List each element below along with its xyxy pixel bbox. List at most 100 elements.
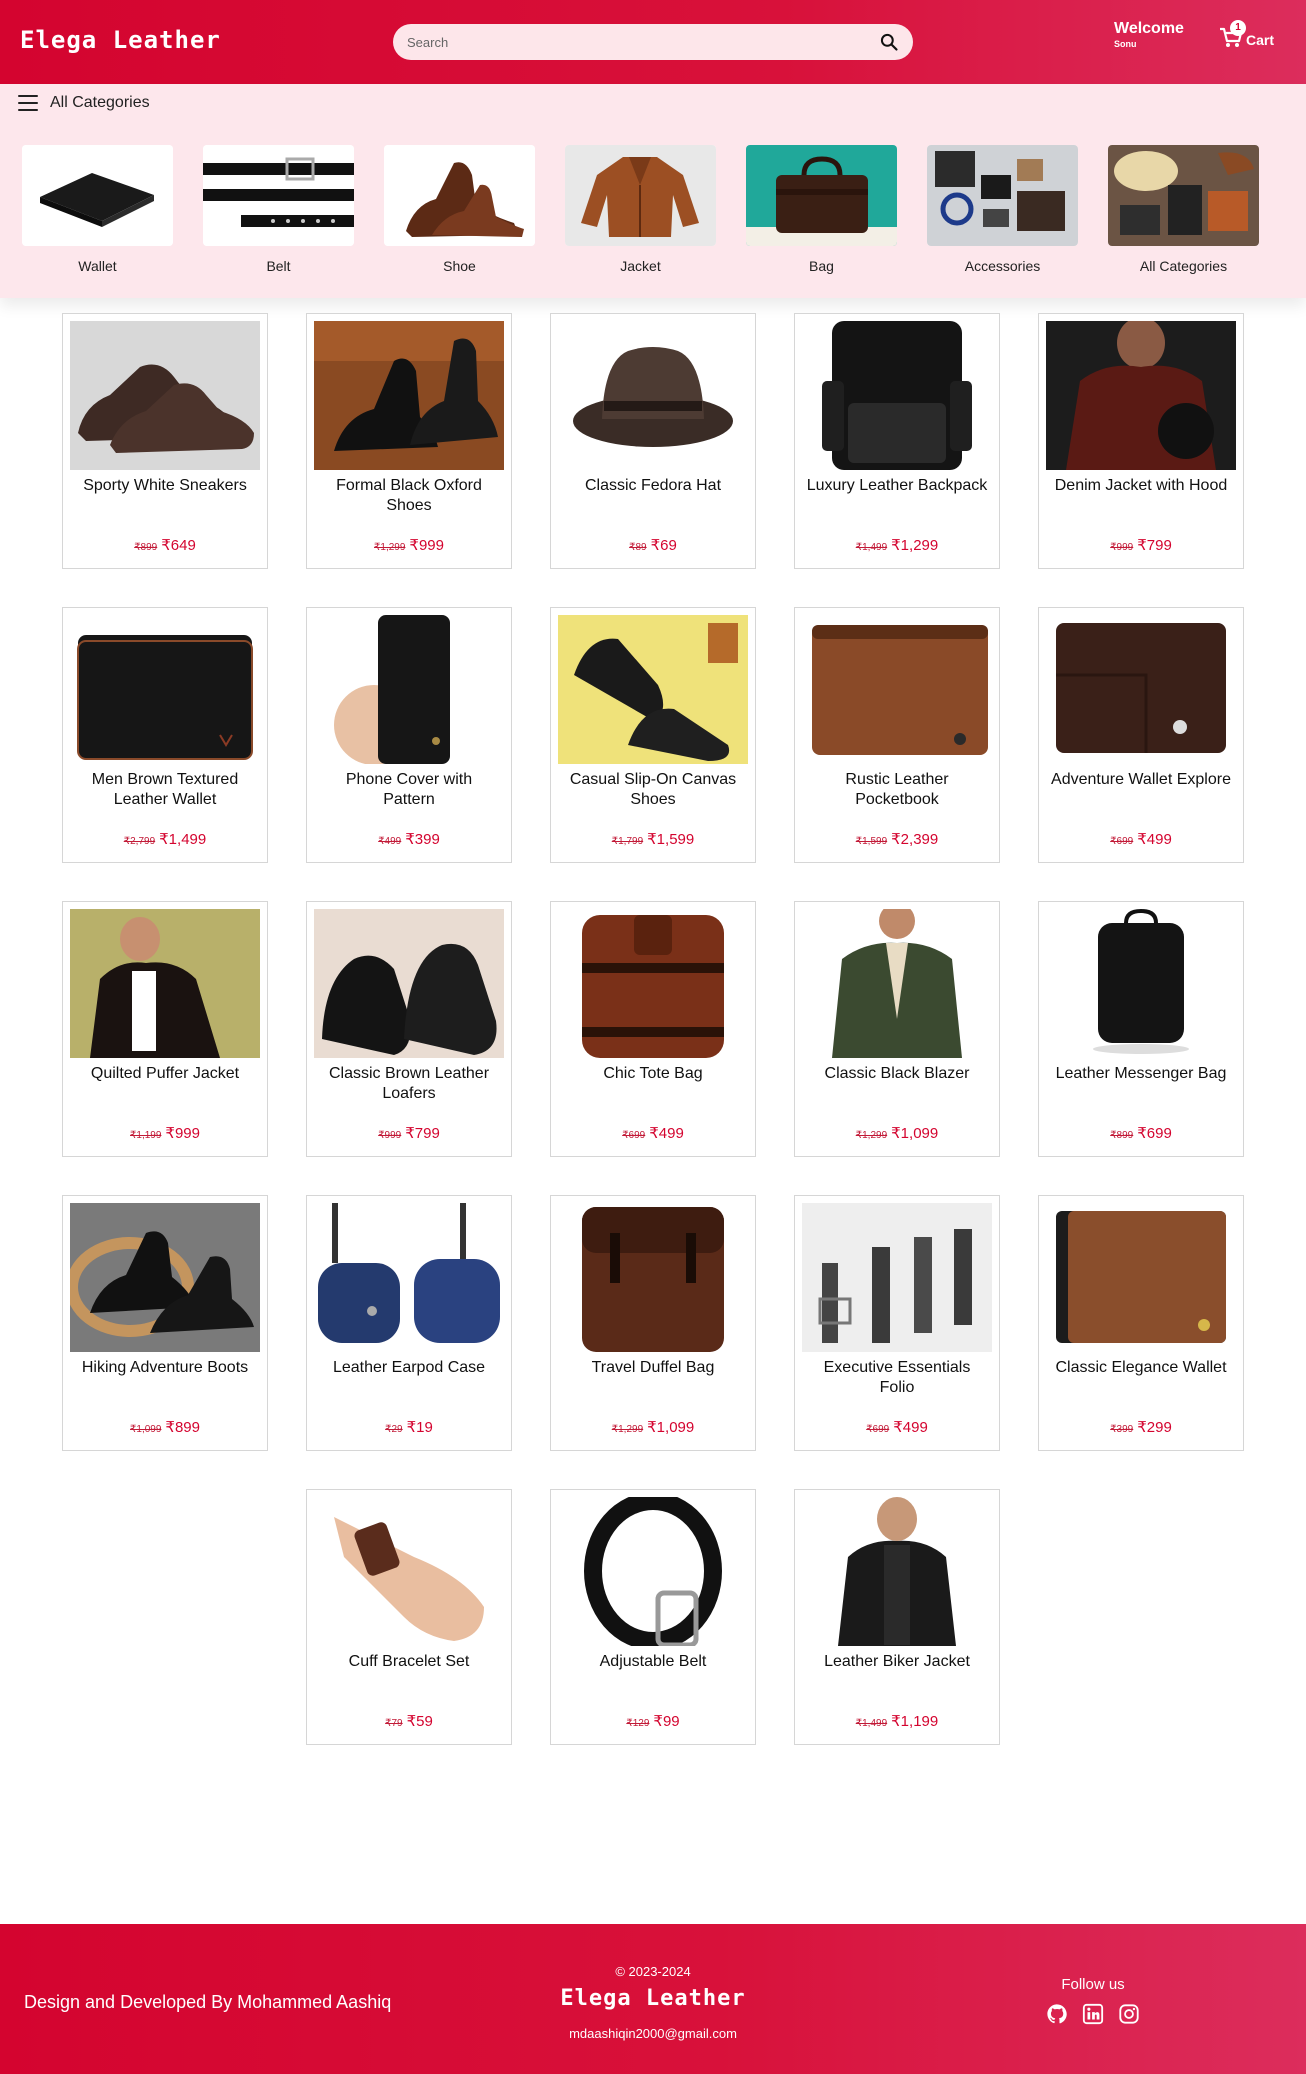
product-card[interactable]: Quilted Puffer Jacket ₹1,199 ₹999 — [62, 901, 268, 1157]
product-name: Leather Messenger Bag — [1055, 1065, 1227, 1082]
product-card[interactable]: Denim Jacket with Hood ₹999 ₹799 — [1038, 313, 1244, 569]
original-price: ₹89 — [629, 542, 647, 553]
product-card[interactable]: Cuff Bracelet Set ₹79 ₹59 — [306, 1489, 512, 1745]
original-price: ₹1,499 — [855, 542, 888, 553]
price-row: ₹699 ₹499 — [795, 1417, 999, 1436]
price-row: ₹1,599 ₹2,399 — [795, 829, 999, 848]
product-name: Classic Black Blazer — [824, 1065, 970, 1082]
price-row: ₹1,499 ₹1,299 — [795, 535, 999, 554]
follow-us-label: Follow us — [1061, 1976, 1125, 1993]
product-name: Hiking Adventure Boots — [81, 1359, 249, 1376]
product-name: Executive Essentials Folio — [823, 1359, 971, 1396]
price-row: ₹1,299 ₹1,099 — [551, 1417, 755, 1436]
product-name: Leather Biker Jacket — [824, 1653, 970, 1670]
product-image-fedora — [558, 321, 748, 470]
product-card[interactable]: Men Brown Textured Leather Wallet ₹2,799… — [62, 607, 268, 863]
product-card[interactable]: Chic Tote Bag ₹699 ₹499 — [550, 901, 756, 1157]
product-card[interactable]: Leather Earpod Case ₹29 ₹19 — [306, 1195, 512, 1451]
github-icon[interactable] — [1046, 2003, 1068, 2025]
original-price: ₹1,199 — [130, 1130, 162, 1141]
original-price: ₹1,499 — [855, 1718, 888, 1729]
product-name: Chic Tote Bag — [603, 1065, 703, 1082]
category-accessories[interactable]: Accessories — [927, 145, 1078, 274]
all-categories-menu[interactable]: All Categories — [18, 94, 150, 112]
product-card[interactable]: Sporty White Sneakers ₹899 ₹649 — [62, 313, 268, 569]
sale-price: ₹649 — [161, 537, 196, 554]
product-image-puffer-jacket — [70, 909, 260, 1058]
product-image-folio-belts — [802, 1203, 992, 1352]
product-card[interactable]: Leather Messenger Bag ₹899 ₹699 — [1038, 901, 1244, 1157]
original-price: ₹999 — [1110, 542, 1134, 553]
category-label: Jacket — [620, 258, 661, 274]
social-links — [1040, 2003, 1146, 2025]
price-row: ₹1,499 ₹1,199 — [795, 1711, 999, 1730]
original-price: ₹899 — [1110, 1130, 1134, 1141]
category-label: Wallet — [78, 258, 117, 274]
original-price: ₹1,799 — [611, 836, 644, 847]
product-image-elegance-wallet — [1046, 1203, 1236, 1352]
product-image-loafers — [314, 909, 504, 1058]
product-name: Adjustable Belt — [599, 1653, 707, 1670]
category-shoe[interactable]: Shoe — [384, 145, 535, 274]
product-image-wallet — [70, 615, 260, 764]
product-image-earpod-case — [314, 1203, 504, 1352]
product-card[interactable]: Formal Black Oxford Shoes ₹1,299 ₹999 — [306, 313, 512, 569]
cart-label: Cart — [1246, 32, 1275, 48]
search-input[interactable] — [407, 34, 879, 50]
product-name: Quilted Puffer Jacket — [90, 1065, 240, 1082]
product-card[interactable]: Luxury Leather Backpack ₹1,499 ₹1,299 — [794, 313, 1000, 569]
category-wallet[interactable]: Wallet — [22, 145, 173, 274]
original-price: ₹1,299 — [855, 1130, 888, 1141]
brand-logo[interactable]: Elega Leather — [20, 26, 221, 54]
sale-price: ₹999 — [409, 537, 444, 554]
sale-price: ₹799 — [405, 1125, 440, 1142]
all-categories-image — [1108, 145, 1259, 246]
sale-price: ₹999 — [165, 1125, 200, 1142]
sale-price: ₹1,299 — [891, 537, 939, 554]
product-image-hiking-boots — [70, 1203, 260, 1352]
product-card[interactable]: Phone Cover with Pattern ₹499 ₹399 — [306, 607, 512, 863]
instagram-icon[interactable] — [1118, 2003, 1140, 2025]
price-row: ₹1,099 ₹899 — [63, 1417, 267, 1436]
price-row: ₹79 ₹59 — [307, 1711, 511, 1730]
sale-price: ₹2,399 — [891, 831, 939, 848]
sale-price: ₹399 — [405, 831, 440, 848]
user-greeting[interactable]: Welcome Sonu — [1114, 20, 1184, 49]
sale-price: ₹99 — [653, 1713, 680, 1730]
category-label: Shoe — [443, 258, 476, 274]
cart-button[interactable]: 1 Cart — [1218, 20, 1275, 50]
contact-email[interactable]: mdaashiqin2000@gmail.com — [0, 2026, 1306, 2041]
price-row: ₹129 ₹99 — [551, 1711, 755, 1730]
linkedin-icon[interactable] — [1082, 2003, 1104, 2025]
product-card[interactable]: Adventure Wallet Explore ₹699 ₹499 — [1038, 607, 1244, 863]
original-price: ₹29 — [385, 1424, 403, 1435]
product-card[interactable]: Executive Essentials Folio ₹699 ₹499 — [794, 1195, 1000, 1451]
product-card[interactable]: Classic Black Blazer ₹1,299 ₹1,099 — [794, 901, 1000, 1157]
category-list: Wallet Belt Shoe Jacket Bag Accessories … — [22, 145, 1259, 274]
product-card[interactable]: Casual Slip-On Canvas Shoes ₹1,799 ₹1,599 — [550, 607, 756, 863]
sale-price: ₹1,199 — [891, 1713, 939, 1730]
product-image-phone-cover — [314, 615, 504, 764]
product-card[interactable]: Travel Duffel Bag ₹1,299 ₹1,099 — [550, 1195, 756, 1451]
product-card[interactable]: Classic Fedora Hat ₹89 ₹69 — [550, 313, 756, 569]
product-card[interactable]: Adjustable Belt ₹129 ₹99 — [550, 1489, 756, 1745]
product-card[interactable]: Hiking Adventure Boots ₹1,099 ₹899 — [62, 1195, 268, 1451]
product-card[interactable]: Rustic Leather Pocketbook ₹1,599 ₹2,399 — [794, 607, 1000, 863]
bag-image — [746, 145, 897, 246]
belt-image — [203, 145, 354, 246]
product-card[interactable]: Leather Biker Jacket ₹1,499 ₹1,199 — [794, 1489, 1000, 1745]
product-card[interactable]: Classic Elegance Wallet ₹399 ₹299 — [1038, 1195, 1244, 1451]
category-bag[interactable]: Bag — [746, 145, 897, 274]
product-name: Luxury Leather Backpack — [806, 477, 988, 494]
all-categories-label: All Categories — [50, 94, 150, 111]
category-belt[interactable]: Belt — [203, 145, 354, 274]
original-price: ₹2,799 — [123, 836, 156, 847]
original-price: ₹129 — [626, 1718, 650, 1729]
product-name: Leather Earpod Case — [332, 1359, 486, 1376]
category-jacket[interactable]: Jacket — [565, 145, 716, 274]
search-icon[interactable] — [879, 32, 899, 52]
price-row: ₹1,299 ₹999 — [307, 535, 511, 554]
category-all[interactable]: All Categories — [1108, 145, 1259, 274]
product-name: Formal Black Oxford Shoes — [336, 477, 482, 514]
product-card[interactable]: Classic Brown Leather Loafers ₹999 ₹799 — [306, 901, 512, 1157]
